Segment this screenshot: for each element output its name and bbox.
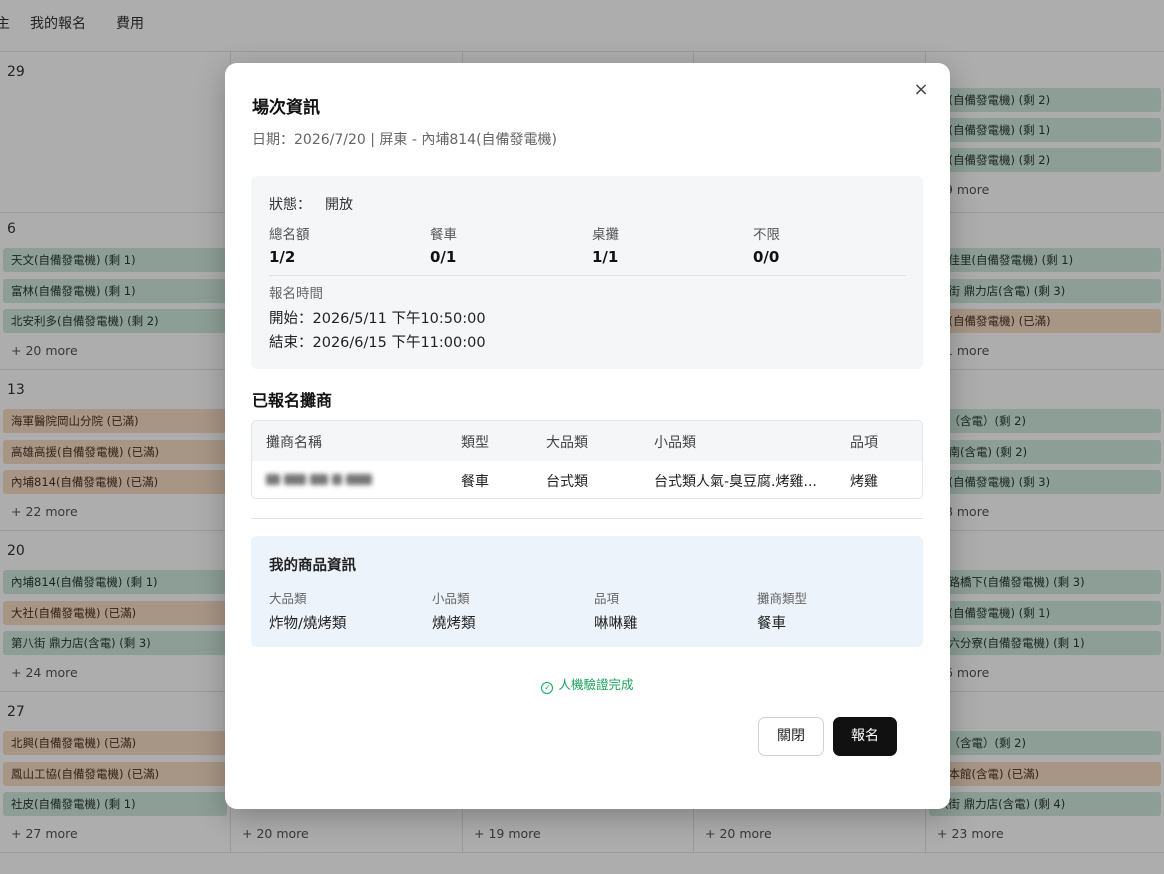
status-label: 狀態： [269, 197, 311, 213]
my-product-title: 我的商品資訊 [269, 558, 356, 574]
field-value: 餐車 [757, 616, 786, 632]
quota-value: 0/1 [430, 248, 457, 266]
blurred-vendor-name [266, 472, 372, 486]
status-value: 開放 [325, 197, 353, 213]
column-header: 品項 [850, 435, 878, 451]
quota-total: 總名額 1/2 [269, 223, 419, 266]
column-header: 大品類 [546, 435, 588, 451]
field-label: 小品類 [432, 591, 470, 606]
registration-end: 結束：2026/6/15 下午11:00:00 [269, 335, 486, 351]
quota-label: 餐車 [430, 227, 457, 243]
quota-label: 總名額 [269, 227, 310, 243]
field-value: 啉啉雞 [594, 616, 638, 632]
field-value: 炸物/燒烤類 [269, 616, 347, 632]
status-line: 狀態： 開放 [269, 194, 353, 214]
register-button[interactable]: 報名 [833, 717, 897, 756]
divider [251, 518, 923, 519]
my-product-panel: 我的商品資訊 大品類 炸物/燒烤類 小品類 燒烤類 品項 啉啉雞 攤商類型 餐車 [251, 536, 923, 647]
close-button[interactable]: 關閉 [758, 717, 824, 756]
vendor-item: 烤雞 [850, 474, 878, 490]
registration-start: 開始：2026/5/11 下午10:50:00 [269, 311, 486, 327]
modal-title: 場次資訊 [252, 98, 320, 118]
column-header: 類型 [461, 435, 489, 451]
field-label: 大品類 [269, 591, 307, 606]
modal-subtitle: 日期：2026/7/20 | 屏東 - 內埔814(自備發電機) [252, 132, 557, 148]
vendor-table: 攤商名稱 類型 大品類 小品類 品項 餐車 台式類 台式類人氣-臭豆腐.烤雞..… [251, 420, 923, 499]
product-major-category: 大品類 炸物/燒烤類 [269, 588, 419, 633]
check-circle-icon: ✓ [541, 682, 554, 694]
quota-value: 1/2 [269, 248, 296, 266]
quota-unlimited: 不限 0/0 [753, 223, 903, 266]
table-header: 攤商名稱 類型 大品類 小品類 品項 [252, 421, 922, 461]
field-label: 品項 [594, 591, 620, 606]
captcha-text: 人機驗證完成 [558, 677, 634, 692]
field-value: 燒烤類 [432, 616, 476, 632]
column-header: 小品類 [654, 435, 696, 451]
divider [269, 275, 906, 276]
product-minor-category: 小品類 燒烤類 [432, 588, 582, 633]
registered-vendors-title: 已報名攤商 [252, 391, 333, 410]
close-icon[interactable]: × [910, 79, 932, 101]
field-label: 攤商類型 [757, 591, 808, 606]
quota-food-truck: 餐車 0/1 [430, 223, 580, 266]
quota-value: 1/1 [592, 248, 619, 266]
quota-value: 0/0 [753, 248, 780, 266]
quota-table-stall: 桌攤 1/1 [592, 223, 742, 266]
registration-time-title: 報名時間 [269, 286, 323, 302]
status-panel: 狀態： 開放 總名額 1/2 餐車 0/1 桌攤 1/1 不限 0/0 報名時間 … [251, 176, 923, 369]
product-vendor-type: 攤商類型 餐車 [757, 588, 907, 633]
session-info-modal: × 場次資訊 日期：2026/7/20 | 屏東 - 內埔814(自備發電機) … [225, 63, 950, 809]
captcha-status: ✓ 人機驗證完成 [225, 674, 950, 694]
vendor-minor-category: 台式類人氣-臭豆腐.烤雞... [654, 474, 817, 490]
column-header: 攤商名稱 [266, 435, 322, 451]
vendor-type: 餐車 [461, 474, 489, 490]
quota-label: 不限 [753, 227, 780, 243]
vendor-major-category: 台式類 [546, 474, 588, 490]
product-item: 品項 啉啉雞 [594, 588, 744, 633]
quota-label: 桌攤 [592, 227, 619, 243]
